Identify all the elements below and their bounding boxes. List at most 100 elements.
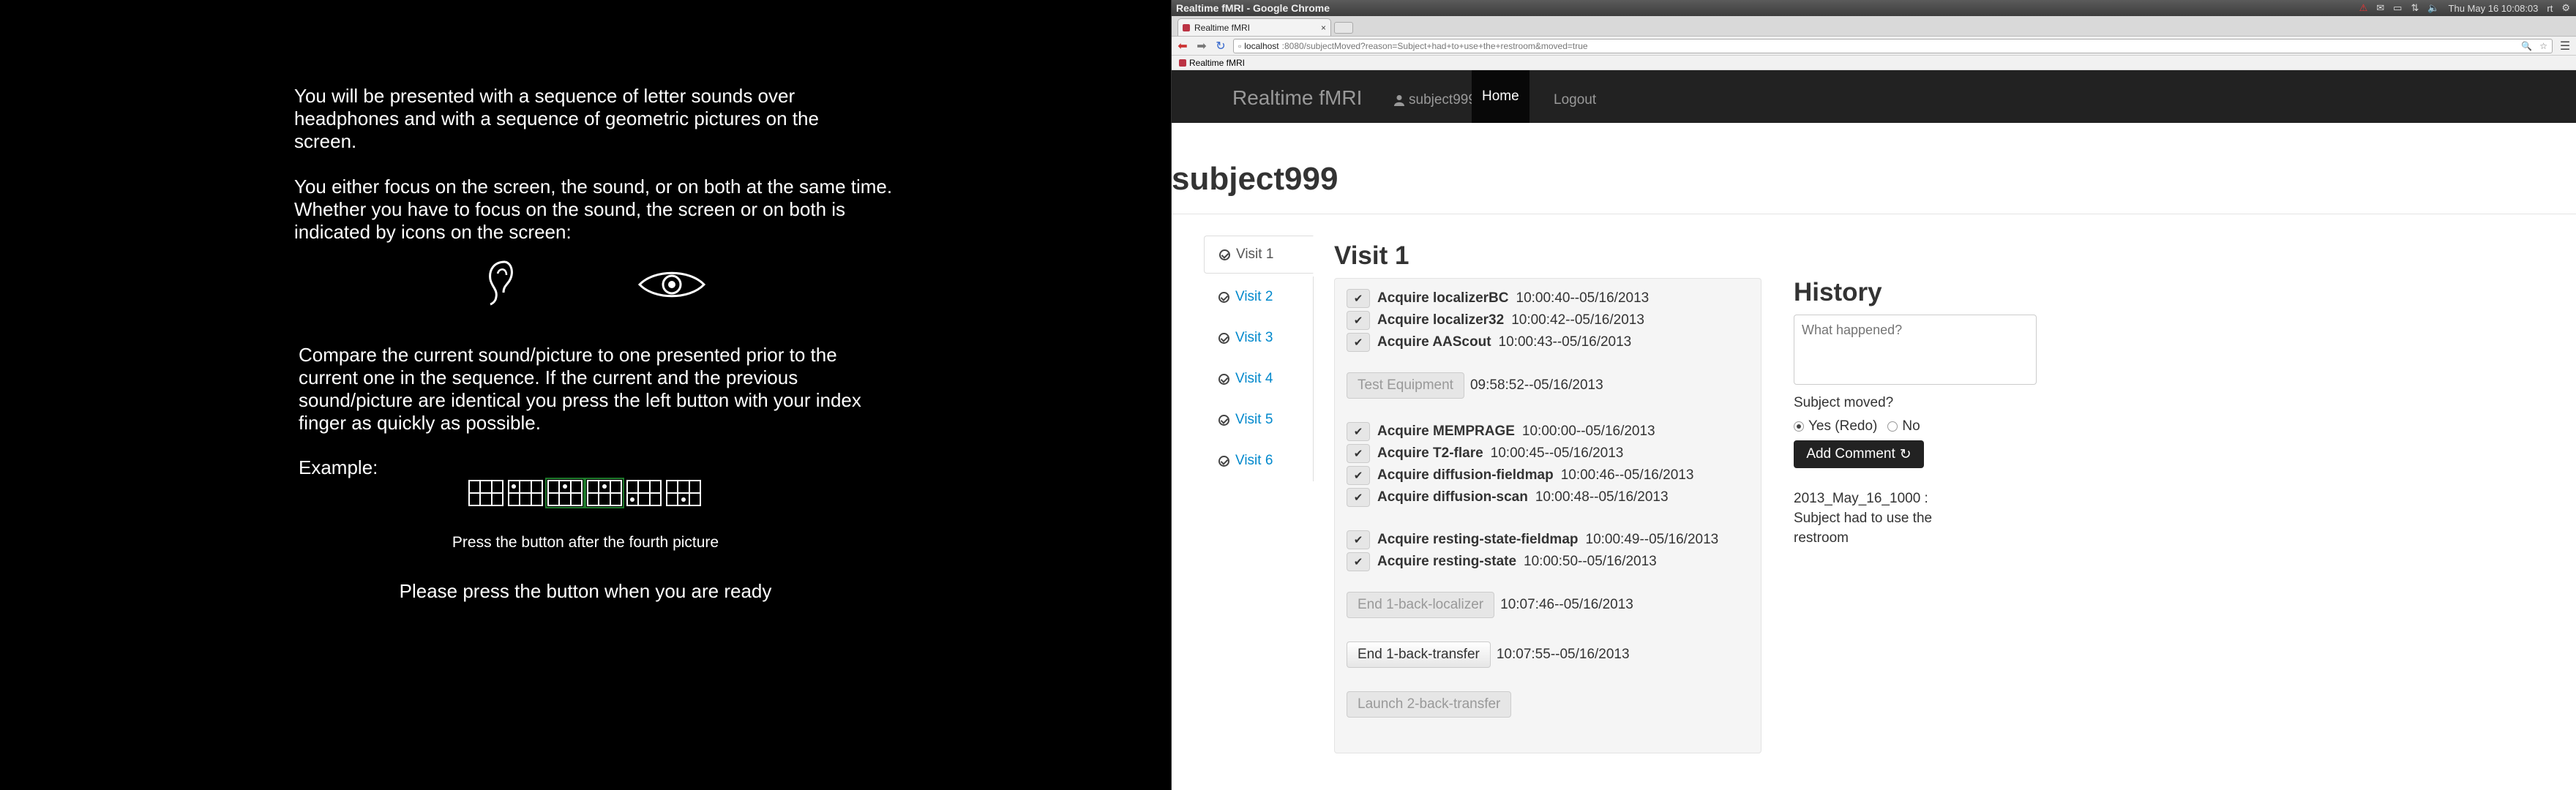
task-time: 10:07:55--05/16/2013	[1496, 647, 1630, 662]
instruction-paragraph-2: You either focus on the screen, the soun…	[294, 176, 893, 243]
grid-picture	[585, 478, 624, 508]
end-transfer-row: End 1-back-transfer 10:07:55--05/16/2013	[1347, 642, 1630, 668]
nav-user-label: subject999	[1409, 92, 1476, 108]
instruction-paragraph-3: Compare the current sound/picture to one…	[299, 344, 861, 434]
user-name[interactable]: rt	[2547, 3, 2553, 14]
nav-home[interactable]: Home	[1472, 70, 1530, 123]
task-time: 10:00:00--05/16/2013	[1521, 424, 1655, 439]
task-row: ✔ Acquire MEMPRAGE 10:00:00--05/16/2013	[1347, 422, 1655, 441]
add-comment-button[interactable]: Add Comment ↻	[1794, 440, 1924, 468]
address-bar[interactable]: ▫ localhost:8080/subjectMoved?reason=Sub…	[1233, 38, 2553, 53]
visit-title: Visit 1	[1334, 241, 1409, 270]
no-radio[interactable]	[1887, 421, 1898, 432]
example-sequence	[468, 478, 701, 508]
page-icon: ▫	[1238, 40, 1242, 51]
new-tab-button[interactable]	[1334, 22, 1353, 34]
end-transfer-button[interactable]: End 1-back-transfer	[1347, 642, 1491, 668]
check-button[interactable]: ✔	[1347, 530, 1370, 549]
search-icon[interactable]: 🔍	[2521, 41, 2532, 51]
check-button[interactable]: ✔	[1347, 488, 1370, 507]
check-circle-icon	[1218, 373, 1229, 385]
eye-icon	[638, 271, 705, 298]
check-button[interactable]: ✔	[1347, 311, 1370, 330]
tab-label: Realtime fMRI	[1194, 22, 1251, 33]
task-time: 10:07:46--05/16/2013	[1500, 597, 1633, 612]
visit-tab-label: Visit 5	[1235, 412, 1273, 427]
visit-tab-3[interactable]: Visit 3	[1204, 317, 1314, 358]
task-row: ✔ Acquire localizer32 10:00:42--05/16/2013	[1347, 311, 1644, 330]
clock[interactable]: Thu May 16 10:08:03	[2449, 3, 2539, 14]
check-button[interactable]: ✔	[1347, 466, 1370, 485]
task-name: Acquire diffusion-fieldmap	[1377, 467, 1554, 483]
bookmark-item[interactable]: Realtime fMRI	[1189, 58, 1245, 68]
battery-icon[interactable]: ▭	[2393, 2, 2402, 14]
nav-logout[interactable]: Logout	[1554, 92, 1596, 108]
visit-tab-5[interactable]: Visit 5	[1204, 399, 1314, 440]
task-time: 10:00:48--05/16/2013	[1535, 489, 1669, 505]
stimulus-screen: You will be presented with a sequence of…	[0, 0, 1171, 790]
check-circle-icon	[1218, 291, 1229, 303]
subject-moved-label: Subject moved?	[1794, 395, 1894, 410]
visit-tab-2[interactable]: Visit 2	[1204, 276, 1314, 317]
close-icon[interactable]: ×	[1321, 23, 1326, 33]
ear-icon	[489, 260, 513, 306]
visit-tab-1[interactable]: Visit 1	[1204, 236, 1314, 274]
task-name: Acquire AAScout	[1377, 334, 1491, 350]
grid-picture	[508, 480, 543, 506]
ready-prompt: Please press the button when you are rea…	[399, 580, 772, 602]
check-button[interactable]: ✔	[1347, 333, 1370, 352]
task-time: 10:00:50--05/16/2013	[1524, 554, 1657, 569]
network-icon[interactable]: ⇅	[2411, 2, 2419, 14]
add-comment-label: Add Comment	[1806, 446, 1895, 462]
reload-icon[interactable]: ↻	[1214, 39, 1227, 53]
task-time: 10:00:45--05/16/2013	[1490, 445, 1624, 461]
check-circle-icon	[1218, 332, 1229, 344]
test-equipment-button[interactable]: Test Equipment	[1347, 372, 1464, 399]
warning-icon[interactable]: ⚠	[2359, 2, 2368, 14]
check-button[interactable]: ✔	[1347, 422, 1370, 441]
bookmarks-bar: Realtime fMRI	[1172, 56, 2576, 70]
user-icon	[1394, 95, 1404, 106]
check-circle-icon	[1218, 414, 1229, 426]
brand-link[interactable]: Realtime fMRI	[1232, 86, 1362, 110]
task-panel: ✔ Acquire localizerBC 10:00:40--05/16/2013…	[1334, 278, 1761, 753]
check-button[interactable]: ✔	[1347, 444, 1370, 463]
back-arrow-icon[interactable]: ⬅	[1176, 39, 1189, 53]
test-equipment-row: Test Equipment 09:58:52--05/16/2013	[1347, 372, 1603, 399]
browser-tab[interactable]: Realtime fMRI ×	[1177, 18, 1331, 36]
page-title: subject999	[1172, 161, 1338, 197]
visit-tab-label: Visit 3	[1235, 330, 1273, 345]
yes-radio[interactable]	[1794, 421, 1804, 432]
tab-strip: Realtime fMRI ×	[1172, 16, 2576, 37]
visit-tab-label: Visit 4	[1235, 371, 1273, 386]
task-row: ✔ Acquire diffusion-scan 10:00:48--05/16/2…	[1347, 488, 1669, 507]
subject-moved-options: Yes (Redo) No	[1794, 418, 2043, 434]
system-tray: ⚠ ✉ ▭ ⇅ 🔈 Thu May 16 10:08:03 rt ⚙	[2359, 0, 2570, 16]
task-row: ✔ Acquire resting-state 10:00:50--05/16/20…	[1347, 552, 1657, 571]
menu-icon[interactable]: ☰	[2558, 39, 2572, 53]
gear-icon[interactable]: ⚙	[2561, 2, 2570, 14]
history-textarea[interactable]	[1794, 315, 2037, 385]
address-host: localhost	[1244, 40, 1279, 51]
visit-tab-6[interactable]: Visit 6	[1204, 440, 1314, 481]
visit-tab-4[interactable]: Visit 4	[1204, 358, 1314, 399]
check-button[interactable]: ✔	[1347, 289, 1370, 308]
site-navbar: Realtime fMRI subject999 Home Logout	[1172, 70, 2576, 123]
browser-window: Realtime fMRI - Google Chrome ⚠ ✉ ▭ ⇅ 🔈 …	[1171, 0, 2576, 790]
no-label: No	[1902, 418, 1920, 434]
launch-2-back-transfer-button[interactable]: Launch 2-back-transfer	[1347, 691, 1512, 718]
star-icon[interactable]: ☆	[2539, 41, 2547, 51]
nav-user[interactable]: subject999	[1394, 92, 1476, 108]
window-title: Realtime fMRI - Google Chrome	[1176, 2, 1330, 14]
volume-icon[interactable]: 🔈	[2427, 2, 2439, 14]
task-name: Acquire localizerBC	[1377, 290, 1509, 306]
task-time: 10:00:42--05/16/2013	[1511, 312, 1644, 328]
forward-arrow-icon[interactable]: ➡	[1195, 39, 1208, 53]
task-time: 10:00:46--05/16/2013	[1560, 467, 1694, 483]
favicon-icon	[1183, 23, 1190, 31]
mail-icon[interactable]: ✉	[2376, 2, 2384, 14]
check-button[interactable]: ✔	[1347, 552, 1370, 571]
task-name: Acquire resting-state	[1377, 554, 1517, 569]
refresh-icon: ↻	[1899, 446, 1912, 462]
end-localizer-button[interactable]: End 1-back-localizer	[1347, 592, 1495, 618]
